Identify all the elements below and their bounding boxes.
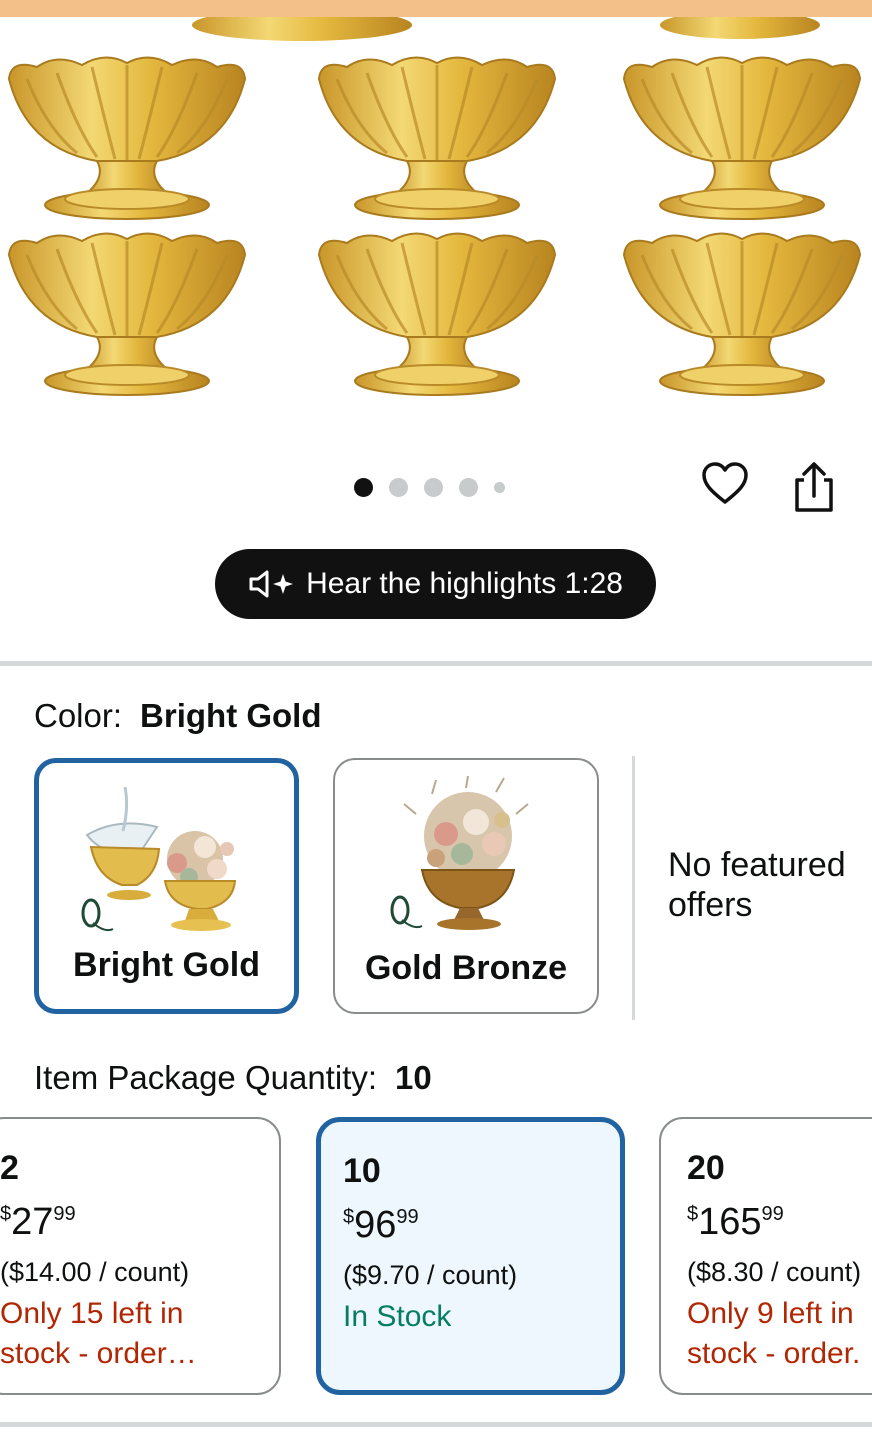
- carousel-dot[interactable]: [459, 477, 478, 497]
- carousel-dot[interactable]: [494, 481, 505, 493]
- carousel-dot[interactable]: [424, 477, 443, 497]
- quantity-option-price: $16599: [687, 1201, 784, 1243]
- section-divider: [0, 661, 872, 666]
- carousel-dot[interactable]: [389, 477, 408, 497]
- heart-icon[interactable]: [701, 460, 749, 508]
- quantity-option-unit-price: ($8.30 / count): [687, 1257, 862, 1287]
- carousel-dot-active[interactable]: [354, 477, 373, 497]
- quantity-option-count: 2: [0, 1149, 19, 1187]
- product-image-gallery[interactable]: [0, 17, 872, 437]
- quantity-option-unit-price: ($14.00 / count): [0, 1257, 190, 1287]
- color-option-name: Gold Bronze: [364, 949, 568, 987]
- package-quantity-label-row: Item Package Quantity: 10: [34, 1059, 432, 1097]
- quantity-option-availability: Only 9 left in stock - order.: [687, 1297, 861, 1370]
- section-divider: [0, 1422, 872, 1427]
- image-carousel-indicator[interactable]: [354, 477, 505, 497]
- color-selected-value: Bright Gold: [140, 697, 322, 734]
- color-option-gold-bronze[interactable]: Gold Bronze: [333, 758, 599, 1014]
- top-banner-strip: [0, 0, 872, 17]
- quantity-option-2[interactable]: 2 $2799 ($14.00 / count) Only 15 left in…: [0, 1117, 281, 1395]
- product-image: [7, 17, 862, 397]
- gold-bronze-thumbnail: [390, 775, 529, 930]
- quantity-option-availability: Only 15 left in stock - order…: [0, 1297, 197, 1370]
- quantity-option-count: 10: [343, 1152, 381, 1190]
- swatch-separator: [632, 756, 635, 1020]
- quantity-option-20[interactable]: 20 $16599 ($8.30 / count) Only 9 left in…: [659, 1117, 872, 1395]
- speaker-sparkle-icon: [249, 570, 294, 598]
- color-option-name: Bright Gold: [73, 946, 260, 984]
- package-quantity-label: Item Package Quantity:: [34, 1059, 378, 1096]
- quantity-option-price: $2799: [0, 1201, 76, 1243]
- quantity-option-availability: In Stock: [343, 1300, 452, 1333]
- bright-gold-thumbnail: [81, 786, 236, 932]
- package-quantity-selected: 10: [395, 1059, 432, 1096]
- quantity-option-count: 20: [687, 1149, 725, 1187]
- color-label: Color:: [34, 697, 123, 734]
- share-icon[interactable]: [790, 460, 838, 514]
- color-option-bright-gold[interactable]: Bright Gold: [34, 758, 299, 1014]
- color-label-row: Color: Bright Gold: [34, 697, 322, 735]
- no-featured-offers-text: No featured offers: [668, 846, 846, 924]
- quantity-option-10[interactable]: 10 $9699 ($9.70 / count) In Stock: [316, 1117, 625, 1395]
- quantity-option-price: $9699: [343, 1204, 419, 1246]
- quantity-option-unit-price: ($9.70 / count): [343, 1260, 518, 1290]
- hear-highlights-label: Hear the highlights 1:28: [306, 567, 623, 600]
- hear-highlights-button[interactable]: Hear the highlights 1:28: [215, 549, 656, 619]
